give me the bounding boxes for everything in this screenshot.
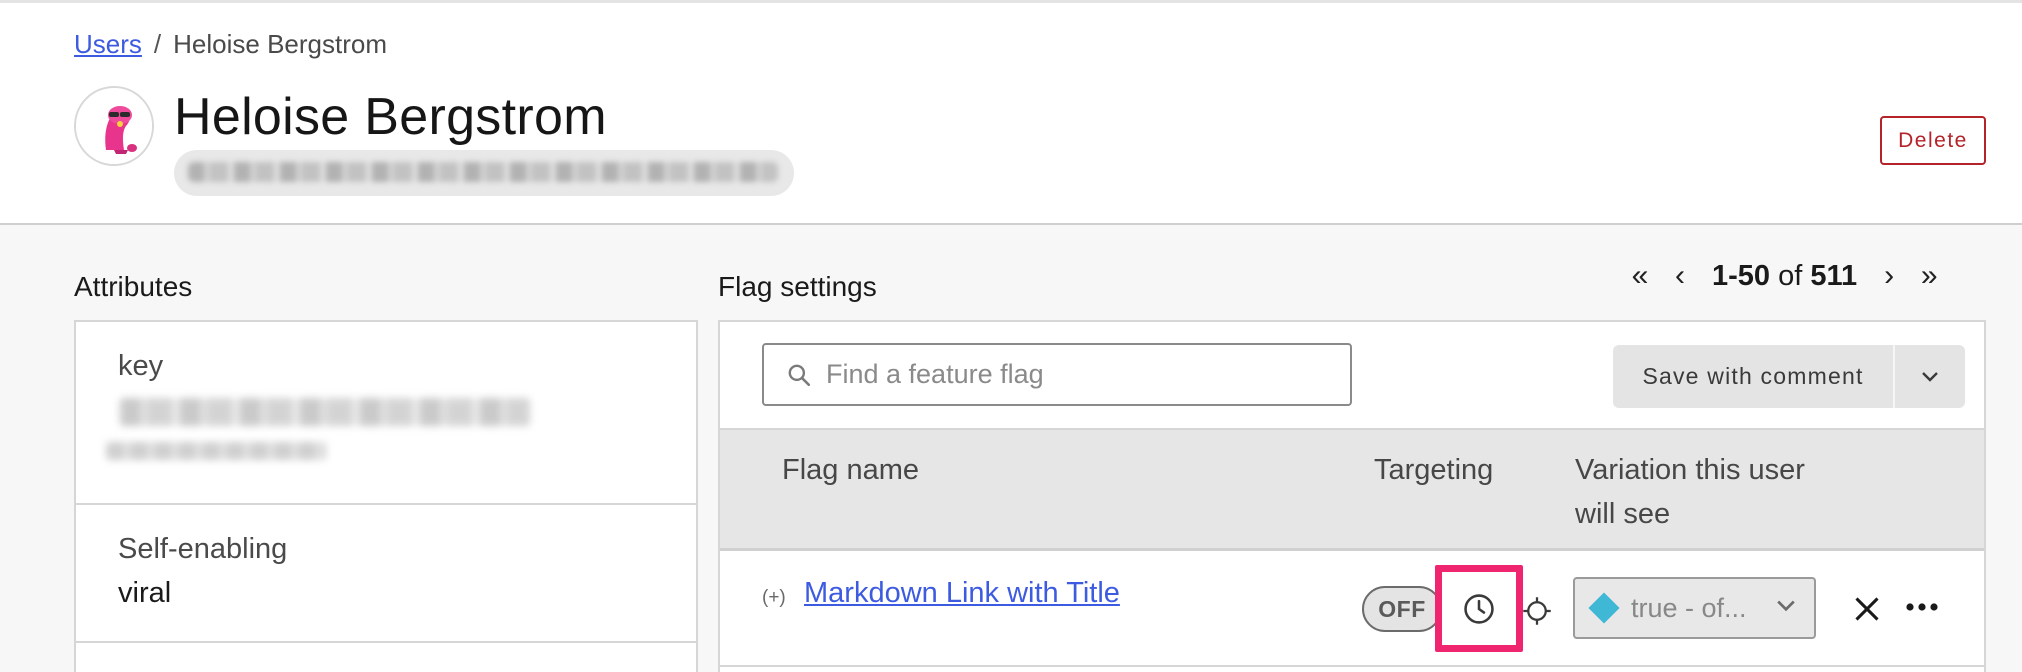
attribute-self-enabling: Self-enabling viral (76, 505, 696, 643)
page-range-of: of (1778, 259, 1803, 292)
attributes-title: Attributes (74, 271, 193, 302)
chevron-down-icon (1777, 600, 1795, 612)
delete-button[interactable]: Delete (1880, 116, 1986, 165)
variation-value: true - of... (1631, 592, 1747, 623)
redacted-key-line (106, 442, 326, 460)
column-flag-name: Flag name (782, 454, 920, 486)
page-range: 1-50 of 511 (1712, 260, 1857, 293)
column-variation-line1: Variation this user (1575, 454, 1805, 486)
attribute-value: viral (118, 577, 172, 609)
attribute-label: Self-enabling (118, 533, 288, 565)
target-icon[interactable] (1522, 596, 1552, 626)
clock-icon (1464, 593, 1494, 624)
breadcrumb-separator: / (153, 29, 162, 59)
pagination: « ‹ 1-50 of 511 › » (1620, 256, 1949, 296)
page-title: Heloise Bergstrom (174, 88, 607, 146)
breadcrumb-users-link[interactable]: Users (74, 29, 142, 60)
flag-name-link[interactable]: Markdown Link with Title (804, 577, 1120, 610)
next-page-button[interactable]: › (1869, 256, 1909, 296)
redacted-user-key (188, 162, 778, 182)
variation-diamond-icon (1588, 592, 1620, 624)
page-total: 511 (1810, 259, 1858, 292)
save-options-dropdown[interactable] (1895, 345, 1965, 408)
search-field[interactable] (762, 343, 1352, 406)
more-icon[interactable] (1905, 591, 1939, 612)
search-icon (788, 364, 811, 386)
search-input[interactable] (826, 359, 1326, 390)
flag-settings-panel: Save with comment Flag name Targeting Va… (718, 320, 1986, 672)
breadcrumb-current: Heloise Bergstrom (173, 29, 387, 59)
expand-row-toggle[interactable]: (+) (762, 587, 786, 609)
first-page-button[interactable]: « (1620, 256, 1660, 296)
last-page-button[interactable]: » (1909, 256, 1949, 296)
save-button-group: Save with comment (1613, 345, 1965, 408)
variation-select[interactable]: true - of... (1573, 577, 1816, 639)
chevron-down-icon (1922, 371, 1938, 382)
prev-page-button[interactable]: ‹ (1660, 256, 1700, 296)
avatar (74, 86, 154, 166)
close-icon[interactable] (1853, 595, 1881, 623)
page-header: Users / Heloise Bergstrom Heloise Bergst… (0, 0, 2022, 225)
save-with-comment-button[interactable]: Save with comment (1613, 345, 1895, 408)
flag-settings-title: Flag settings (718, 271, 877, 302)
attributes-panel: key Self-enabling viral (74, 320, 698, 672)
attribute-label: key (118, 350, 164, 382)
attribute-key: key (76, 322, 696, 505)
table-row: (+) Markdown Link with Title OFF true - … (720, 551, 1984, 667)
user-key-badge (174, 150, 794, 196)
column-targeting: Targeting (1374, 454, 1494, 486)
breadcrumb: Users / Heloise Bergstrom (74, 29, 387, 60)
redacted-key-line (120, 398, 530, 426)
flag-toggle[interactable]: OFF (1362, 586, 1442, 632)
column-variation-line2: will see (1575, 498, 1671, 530)
page-range-value: 1-50 (1712, 259, 1771, 292)
schedule-button[interactable] (1435, 565, 1523, 652)
flags-table-header: Flag name Targeting Variation this user … (720, 428, 1984, 551)
